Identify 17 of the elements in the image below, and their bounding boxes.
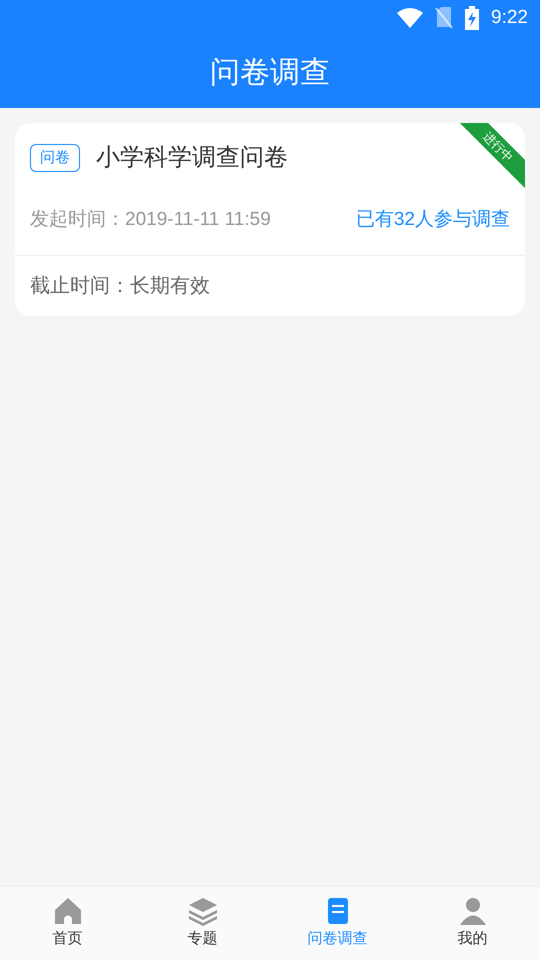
- tab[interactable]: 首页: [0, 887, 135, 960]
- tab[interactable]: 我的: [405, 887, 540, 960]
- tab[interactable]: 专题: [135, 887, 270, 960]
- deadline: 截止时间：长期有效: [30, 274, 210, 296]
- survey-tag: 问卷: [30, 144, 80, 172]
- survey-card[interactable]: 问卷 小学科学调查问卷 发起时间：2019-11-11 11:59 已有32人参与调查 截止时间：长期有效 进行中: [15, 123, 525, 316]
- survey-title: 小学科学调查问卷: [96, 143, 288, 173]
- battery-charging-icon: [465, 6, 480, 30]
- person-icon: [458, 896, 488, 926]
- layers-icon: [188, 896, 218, 926]
- page-title: 问卷调查: [210, 54, 330, 90]
- start-time: 发起时间：2019-11-11 11:59: [30, 208, 271, 232]
- no-sim-icon: [435, 7, 454, 29]
- participant-count: 已有32人参与调查: [356, 208, 510, 232]
- status-time: 9:22: [491, 6, 528, 30]
- home-icon: [52, 896, 82, 926]
- wifi-icon: [397, 8, 424, 28]
